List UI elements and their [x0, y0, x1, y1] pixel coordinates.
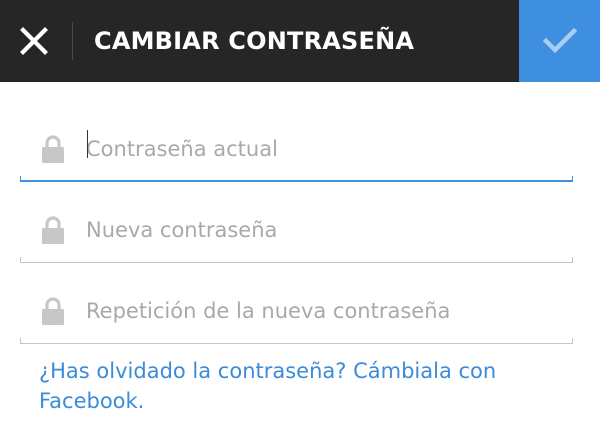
lock-icon: [42, 297, 64, 325]
check-icon: [542, 28, 577, 54]
change-password-screen: CAMBIAR CONTRASEÑA ¿Has olvidado la cont…: [0, 0, 600, 427]
text-caret: [87, 130, 88, 158]
close-button[interactable]: [0, 0, 68, 82]
header-divider: [72, 22, 73, 60]
new-password-field[interactable]: [20, 203, 573, 263]
close-icon: [20, 27, 48, 55]
current-password-field[interactable]: [20, 122, 573, 182]
top-bar: CAMBIAR CONTRASEÑA: [0, 0, 600, 82]
new-password-underline: [20, 257, 573, 263]
repeat-password-input[interactable]: [86, 292, 556, 330]
confirm-button[interactable]: [519, 0, 600, 82]
current-password-underline: [20, 176, 573, 182]
new-password-input[interactable]: [86, 211, 556, 249]
page-title: CAMBIAR CONTRASEÑA: [94, 27, 415, 55]
lock-icon: [42, 135, 64, 163]
repeat-password-field[interactable]: [20, 284, 573, 344]
lock-icon: [42, 216, 64, 244]
repeat-password-underline: [20, 338, 573, 344]
forgot-password-link[interactable]: ¿Has olvidado la contraseña? Cámbiala co…: [39, 356, 559, 416]
current-password-input[interactable]: [86, 130, 556, 168]
